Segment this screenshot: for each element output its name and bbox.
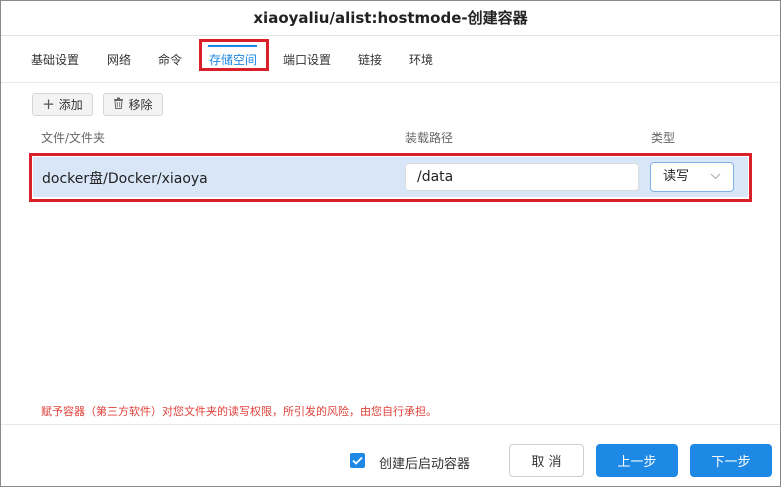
footer-divider xyxy=(1,424,780,425)
create-container-dialog: xiaoyaliu/alist:hostmode-创建容器 基础设置 网络 命令… xyxy=(0,0,781,487)
tab-environment[interactable]: 环境 xyxy=(409,51,433,68)
column-header-path: 文件/文件夹 xyxy=(41,131,106,145)
previous-step-button[interactable]: 上一步 xyxy=(596,444,678,477)
tab-links[interactable]: 链接 xyxy=(358,51,382,68)
add-button[interactable]: + 添加 xyxy=(32,93,93,116)
dialog-title: xiaoyaliu/alist:hostmode-创建容器 xyxy=(1,1,780,36)
remove-button[interactable]: 移除 xyxy=(103,93,163,116)
plus-icon: + xyxy=(42,95,55,113)
tab-bar: 基础设置 网络 命令 存储空间 端口设置 链接 环境 xyxy=(1,36,780,83)
start-after-create-checkbox[interactable] xyxy=(350,453,365,468)
tab-basic-settings[interactable]: 基础设置 xyxy=(31,51,79,68)
tab-network[interactable]: 网络 xyxy=(107,51,131,68)
column-header-mount: 装载路径 xyxy=(405,131,454,145)
risk-warning: 赋予容器（第三方软件）对您文件夹的读写权限，所引发的风险，由您自行承担。 xyxy=(41,405,437,418)
next-step-button[interactable]: 下一步 xyxy=(690,444,772,477)
row-highlight-box xyxy=(29,153,752,202)
column-header-type: 类型 xyxy=(651,131,676,145)
tab-port-settings[interactable]: 端口设置 xyxy=(283,51,331,68)
trash-icon xyxy=(113,97,124,112)
tab-highlight-box xyxy=(199,39,269,71)
cancel-button[interactable]: 取 消 xyxy=(509,444,584,477)
remove-label: 移除 xyxy=(128,98,153,112)
tab-command[interactable]: 命令 xyxy=(158,51,182,68)
start-after-create-label[interactable]: 创建后启动容器 xyxy=(379,453,470,472)
add-label: 添加 xyxy=(58,98,83,112)
